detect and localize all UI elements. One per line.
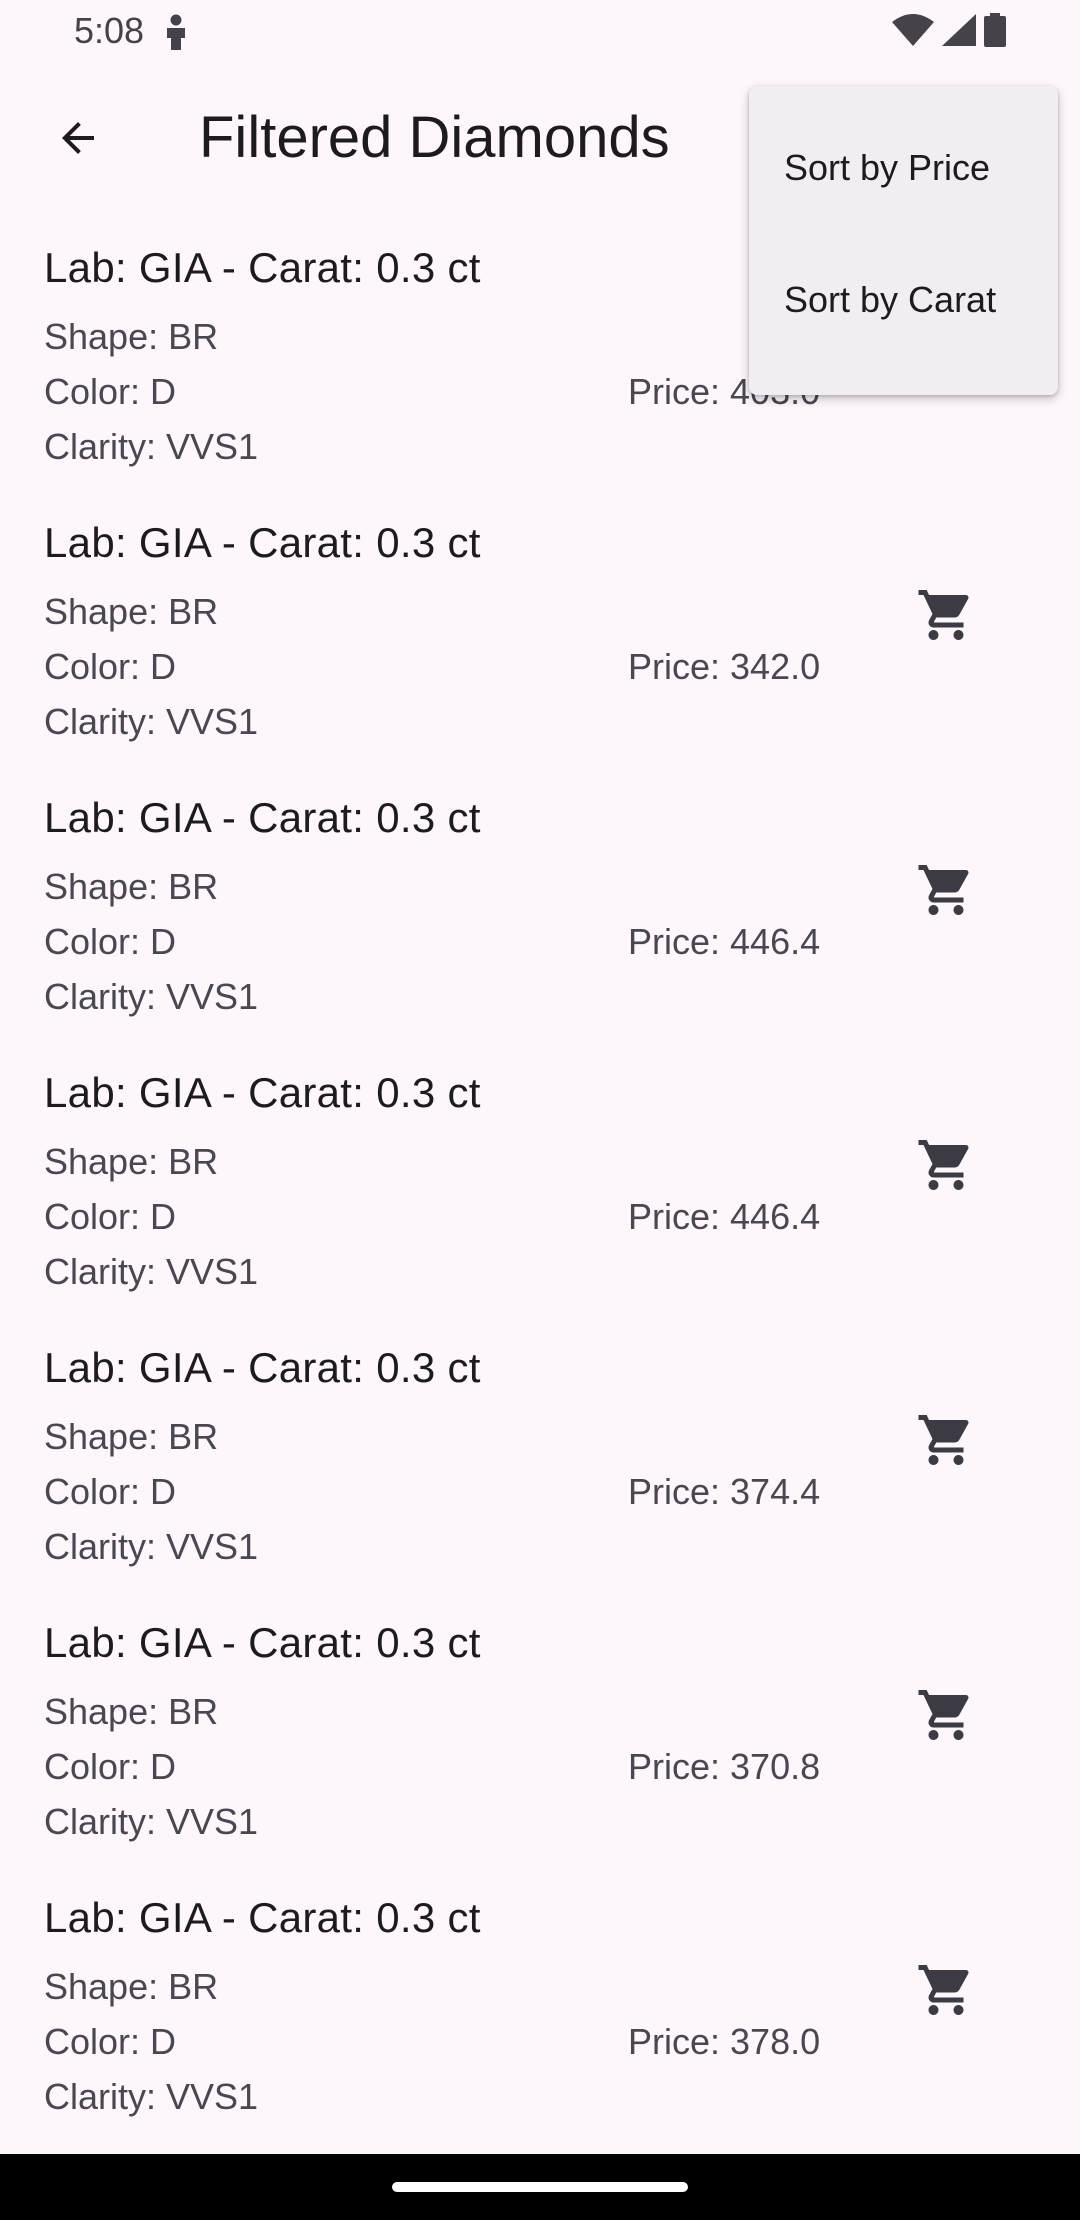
shopping-cart-icon bbox=[916, 1135, 976, 1200]
diamond-price: Price: 446.4 bbox=[628, 1196, 821, 1237]
shopping-cart-icon bbox=[916, 1685, 976, 1750]
diamond-title: Lab: GIA - Carat: 0.3 ct bbox=[44, 1619, 481, 1666]
navigation-bar bbox=[0, 2154, 1080, 2220]
list-item[interactable]: Lab: GIA - Carat: 0.3 ct Shape: BR Color… bbox=[0, 1605, 1080, 1880]
sort-menu: Sort by Price Sort by Carat bbox=[749, 86, 1058, 395]
diamond-shape: Shape: BR bbox=[44, 591, 219, 632]
diamond-shape: Shape: BR bbox=[44, 316, 219, 357]
diamond-shape: Shape: BR bbox=[44, 1416, 219, 1457]
diamond-shape: Shape: BR bbox=[44, 866, 219, 907]
diamond-price: Price: 446.4 bbox=[628, 921, 821, 962]
shopping-cart-icon bbox=[916, 1410, 976, 1475]
list-item[interactable]: Lab: GIA - Carat: 0.3 ct Shape: BR Color… bbox=[0, 1055, 1080, 1330]
signal-icon bbox=[942, 13, 976, 51]
page-title: Filtered Diamonds bbox=[199, 105, 670, 170]
menu-item-sort-by-price[interactable]: Sort by Price bbox=[749, 102, 1058, 234]
add-to-cart-button[interactable] bbox=[906, 852, 986, 932]
diamond-shape: Shape: BR bbox=[44, 1691, 219, 1732]
menu-item-sort-by-carat[interactable]: Sort by Carat bbox=[749, 234, 1058, 366]
diamond-clarity: Clarity: VVS1 bbox=[44, 701, 259, 742]
diamond-clarity: Clarity: VVS1 bbox=[44, 426, 259, 467]
diamond-price: Price: 370.8 bbox=[628, 1746, 821, 1787]
list-item[interactable]: Lab: GIA - Carat: 0.3 ct Shape: BR Color… bbox=[0, 505, 1080, 780]
shopping-cart-icon bbox=[916, 1960, 976, 2025]
status-icons bbox=[892, 12, 1006, 52]
add-to-cart-button[interactable] bbox=[906, 577, 986, 657]
diamond-color: Color: D bbox=[44, 1471, 177, 1512]
diamond-color: Color: D bbox=[44, 646, 177, 687]
diamond-color: Color: D bbox=[44, 1196, 177, 1237]
diamond-price: Price: 342.0 bbox=[628, 646, 821, 687]
list-item[interactable]: Lab: GIA - Carat: 0.3 ct Shape: BR Color… bbox=[0, 1880, 1080, 2155]
diamond-color: Color: D bbox=[44, 1746, 177, 1787]
diamond-clarity: Clarity: VVS1 bbox=[44, 1526, 259, 1567]
diamond-title: Lab: GIA - Carat: 0.3 ct bbox=[44, 1894, 481, 1941]
status-bar: 5:08 bbox=[0, 0, 1080, 64]
diamond-shape: Shape: BR bbox=[44, 1141, 219, 1182]
person-icon bbox=[163, 14, 189, 50]
arrow-back-icon bbox=[54, 114, 102, 167]
diamond-clarity: Clarity: VVS1 bbox=[44, 1251, 259, 1292]
add-to-cart-button[interactable] bbox=[906, 1677, 986, 1757]
home-gesture-handle[interactable] bbox=[392, 2182, 688, 2192]
diamond-list: Lab: GIA - Carat: 0.3 ct Shape: BR Color… bbox=[0, 230, 1080, 2155]
diamond-title: Lab: GIA - Carat: 0.3 ct bbox=[44, 1069, 481, 1116]
back-button[interactable] bbox=[40, 102, 116, 178]
list-item[interactable]: Lab: GIA - Carat: 0.3 ct Shape: BR Color… bbox=[0, 1330, 1080, 1605]
diamond-price: Price: 374.4 bbox=[628, 1471, 821, 1512]
diamond-clarity: Clarity: VVS1 bbox=[44, 976, 259, 1017]
diamond-color: Color: D bbox=[44, 2021, 177, 2062]
diamond-color: Color: D bbox=[44, 371, 177, 412]
diamond-price: Price: 378.0 bbox=[628, 2021, 821, 2062]
diamond-clarity: Clarity: VVS1 bbox=[44, 2076, 259, 2117]
diamond-shape: Shape: BR bbox=[44, 1966, 219, 2007]
add-to-cart-button[interactable] bbox=[906, 1402, 986, 1482]
add-to-cart-button[interactable] bbox=[906, 1127, 986, 1207]
diamond-title: Lab: GIA - Carat: 0.3 ct bbox=[44, 519, 481, 566]
screen: 5:08 Filtered Diamonds Lab: GIA - Carat:… bbox=[0, 0, 1080, 2220]
diamond-title: Lab: GIA - Carat: 0.3 ct bbox=[44, 244, 481, 291]
shopping-cart-icon bbox=[916, 860, 976, 925]
shopping-cart-icon bbox=[916, 585, 976, 650]
diamond-title: Lab: GIA - Carat: 0.3 ct bbox=[44, 1344, 481, 1391]
status-time: 5:08 bbox=[74, 10, 145, 51]
wifi-icon bbox=[892, 13, 934, 51]
battery-icon bbox=[984, 12, 1006, 52]
diamond-title: Lab: GIA - Carat: 0.3 ct bbox=[44, 794, 481, 841]
diamond-color: Color: D bbox=[44, 921, 177, 962]
diamond-clarity: Clarity: VVS1 bbox=[44, 1801, 259, 1842]
list-item[interactable]: Lab: GIA - Carat: 0.3 ct Shape: BR Color… bbox=[0, 780, 1080, 1055]
add-to-cart-button[interactable] bbox=[906, 1952, 986, 2032]
